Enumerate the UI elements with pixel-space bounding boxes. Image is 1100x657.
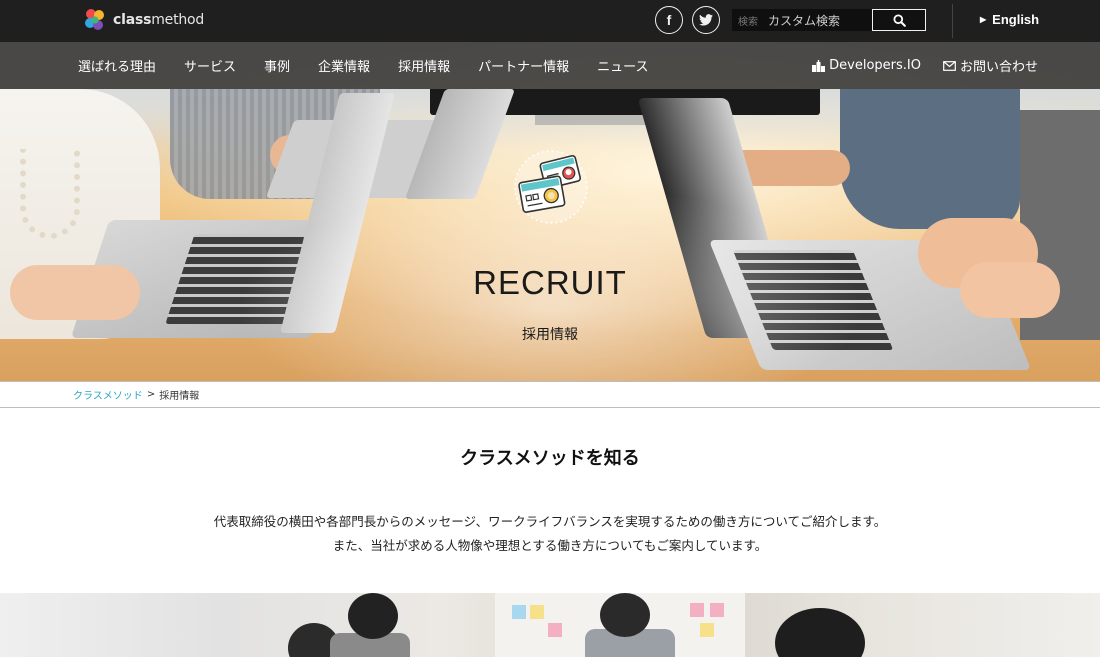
- twitter-icon[interactable]: [692, 6, 720, 34]
- breadcrumb-separator: >: [146, 389, 156, 400]
- nav-item-partners[interactable]: パートナー情報: [478, 56, 569, 75]
- search-icon: [892, 13, 906, 27]
- top-divider: [952, 4, 953, 38]
- nav-item-company[interactable]: 企業情報: [318, 56, 370, 75]
- triangle-right-icon: ▶: [980, 15, 987, 24]
- search-placeholder: カスタム検索: [768, 13, 841, 28]
- photo-person: [775, 608, 865, 657]
- nav-item-news[interactable]: ニュース: [597, 56, 648, 75]
- logo-text: classmethod: [113, 12, 205, 28]
- nav-item-services[interactable]: サービス: [184, 56, 236, 75]
- photo-sticky-note: [700, 623, 714, 637]
- hero-subtitle: 採用情報: [522, 327, 578, 343]
- facebook-icon[interactable]: f: [655, 6, 683, 34]
- language-switch-english[interactable]: ▶ English: [980, 12, 1039, 27]
- hero-title: RECRUIT: [473, 264, 627, 301]
- nav-item-cases[interactable]: 事例: [264, 56, 290, 75]
- search-label: 検索: [738, 16, 758, 28]
- classmethod-logo-icon: [85, 9, 104, 30]
- intro-text-line-2: また、当社が求める人物像や理想とする働き方についてもご案内しています。: [332, 538, 768, 553]
- office-photo: [0, 593, 1100, 657]
- contact-label: お問い合わせ: [959, 60, 1038, 75]
- site-search: 検索 カスタム検索: [732, 9, 926, 31]
- search-input[interactable]: 検索 カスタム検索: [732, 9, 872, 31]
- twitter-bird-icon: [699, 14, 713, 26]
- breadcrumb-current: 採用情報: [159, 391, 200, 402]
- language-label: English: [992, 12, 1040, 27]
- photo-sticky-note: [512, 605, 526, 619]
- main-nav: 選ばれる理由 サービス 事例 企業情報 採用情報 パートナー情報 ニュース De…: [0, 42, 1100, 89]
- photo-sticky-note: [710, 603, 724, 617]
- nav-items: 選ばれる理由 サービス 事例 企業情報 採用情報 パートナー情報 ニュース: [78, 42, 676, 89]
- nav-right: Developers.IO お問い合わせ: [812, 42, 1038, 89]
- nav-item-reasons[interactable]: 選ばれる理由: [78, 56, 156, 75]
- developers-io-icon: [812, 59, 826, 72]
- photo-sticky-note: [530, 605, 544, 619]
- nav-item-recruit[interactable]: 採用情報: [398, 56, 450, 75]
- photo-person: [600, 593, 650, 637]
- developers-io-label: Developers.IO: [829, 58, 921, 73]
- developers-io-link[interactable]: Developers.IO: [812, 58, 921, 73]
- mail-icon: [943, 60, 956, 71]
- photo-person: [348, 593, 398, 639]
- site-logo[interactable]: classmethod: [82, 6, 204, 34]
- breadcrumb: クラスメソッド > 採用情報: [0, 381, 1100, 408]
- contact-link[interactable]: お問い合わせ: [943, 56, 1038, 75]
- intro-text-line-1: 代表取締役の横田や各部門長からのメッセージ、ワークライフバランスを実現するための…: [213, 514, 887, 529]
- section-title: クラスメソッドを知る: [460, 448, 640, 469]
- search-button[interactable]: [872, 9, 926, 31]
- top-bar: classmethod f 検索 カスタム検索 ▶ English: [0, 0, 1100, 42]
- photo-sticky-note: [690, 603, 704, 617]
- id-cards-icon: [514, 150, 588, 224]
- photo-sticky-note: [548, 623, 562, 637]
- breadcrumb-home[interactable]: クラスメソッド: [73, 387, 143, 402]
